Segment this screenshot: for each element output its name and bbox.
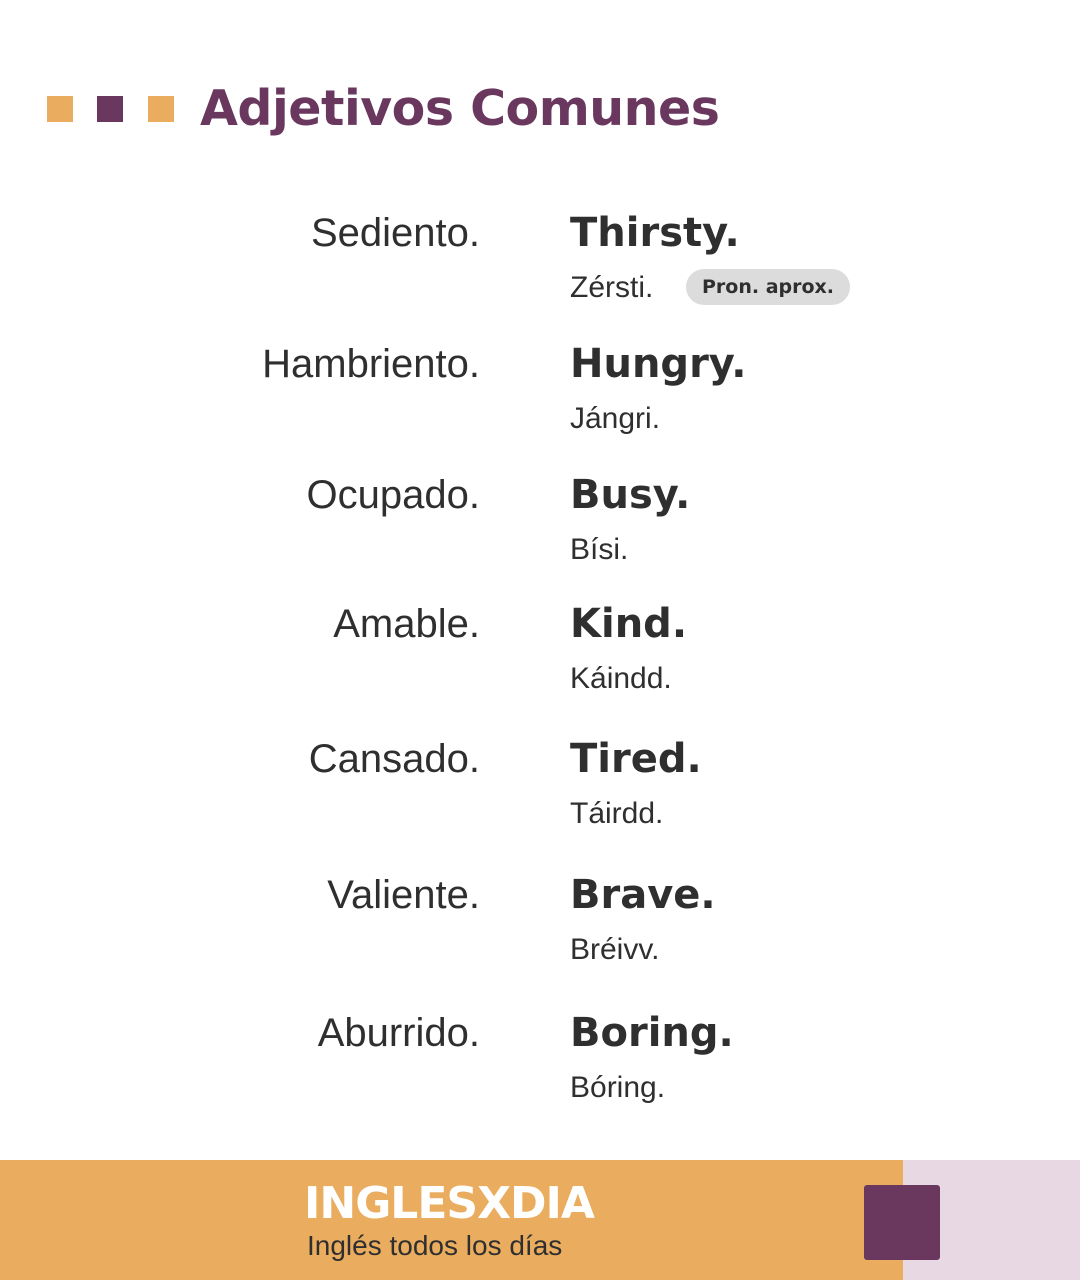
footer-square-decoration [864,1185,940,1260]
english-word: Hungry. [570,341,747,387]
decor-square-orange [47,96,73,122]
decor-square-purple [97,96,123,122]
english-word: Kind. [570,601,688,647]
pronunciation: Zérsti. [570,271,654,304]
vocab-entry: Ocupado. Busy. Bísi. [0,468,1080,588]
vocab-entry: Aburrido. Boring. Bóring. [0,1006,1080,1126]
english-word: Boring. [570,1010,734,1056]
spanish-word: Valiente. [327,873,480,917]
vocab-entry: Amable. Kind. Káindd. [0,597,1080,717]
pronunciation: Bréivv. [570,933,660,966]
vocab-entry: Hambriento. Hungry. Jángri. [0,337,1080,457]
page-title: Adjetivos Comunes [200,80,720,137]
pronunciation: Jángri. [570,402,661,435]
spanish-word: Ocupado. [306,473,480,517]
english-word: Thirsty. [570,210,740,256]
english-word: Brave. [570,872,716,918]
spanish-word: Amable. [333,602,480,646]
spanish-word: Sediento. [310,211,480,255]
vocab-entry: Sediento. Thirsty. Zérsti. Pron. aprox. [0,206,1080,326]
vocab-entry: Valiente. Brave. Bréivv. [0,868,1080,988]
pronunciation: Táirdd. [570,797,664,830]
spanish-word: Cansado. [308,737,480,781]
pronunciation: Káindd. [570,662,672,695]
pronunciation: Bísi. [570,533,629,566]
footer: INGLESXDIA Inglés todos los días [0,1160,1080,1280]
pronunciation: Bóring. [570,1071,666,1104]
brand-logo-text: INGLESXDIA [304,1178,595,1229]
pronunciation-badge: Pron. aprox. [686,269,850,305]
spanish-word: Hambriento. [262,342,480,386]
brand-tagline: Inglés todos los días [307,1230,563,1261]
vocab-entry: Cansado. Tired. Táirdd. [0,732,1080,852]
header-decoration [47,96,177,122]
english-word: Busy. [570,472,691,518]
decor-square-orange [148,96,174,122]
spanish-word: Aburrido. [317,1011,480,1055]
english-word: Tired. [570,736,702,782]
